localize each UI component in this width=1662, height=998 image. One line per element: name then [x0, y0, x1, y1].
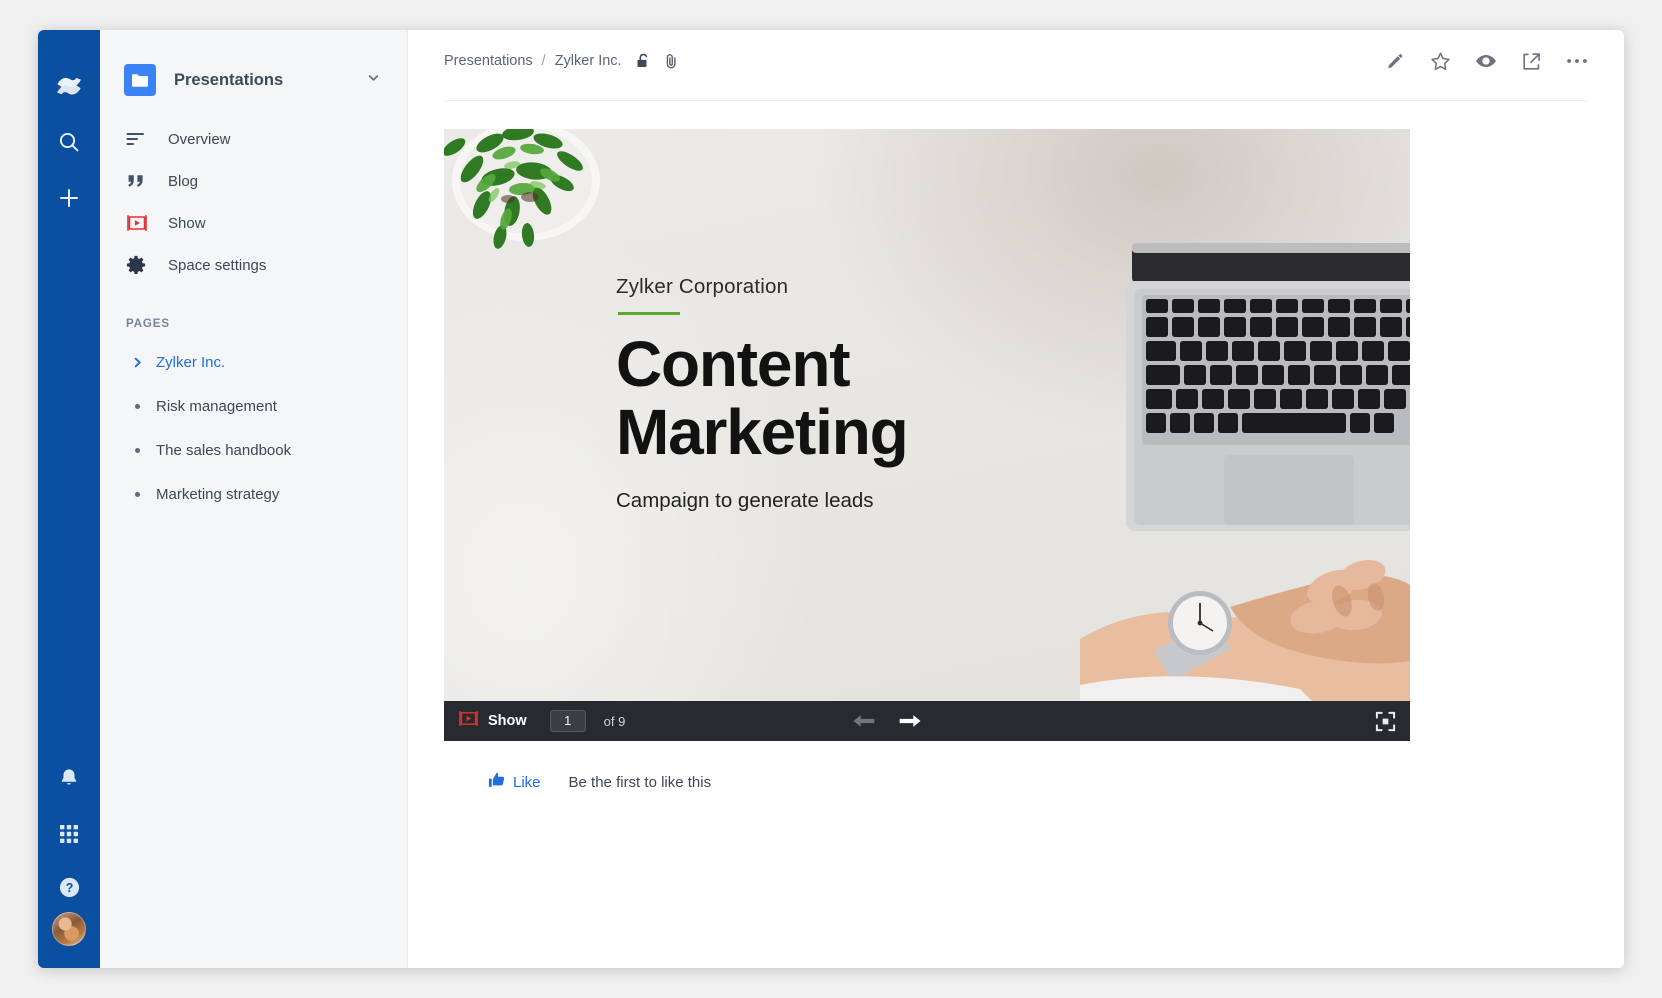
sidebar-item-label: Space settings: [168, 256, 267, 274]
star-icon[interactable]: [1430, 51, 1451, 72]
plant-photo-element: [444, 129, 600, 249]
help-icon[interactable]: ?: [38, 862, 100, 912]
confluence-logo-icon[interactable]: [38, 58, 100, 114]
bullet-dot-icon: [126, 448, 148, 453]
page-item-risk-management[interactable]: Risk management: [100, 384, 407, 428]
unlock-icon[interactable]: [636, 53, 651, 69]
breadcrumb-page[interactable]: Zylker Inc.: [555, 53, 622, 69]
folder-icon: [124, 64, 156, 96]
breadcrumb-space[interactable]: Presentations: [444, 53, 533, 69]
arrow-left-icon[interactable]: [852, 713, 876, 729]
slide-canvas[interactable]: Zylker Corporation Content Marketing Cam…: [444, 129, 1410, 701]
space-title: Presentations: [174, 70, 284, 89]
more-ellipsis-icon[interactable]: [1566, 57, 1588, 65]
sidebar-nav: Overview Blog Show Space settings: [100, 118, 407, 286]
slide-text-block: Zylker Corporation Content Marketing Cam…: [616, 275, 1176, 513]
create-icon[interactable]: [38, 170, 100, 226]
like-row: Like Be the first to like this: [488, 771, 1410, 793]
presentation-viewer: Zylker Corporation Content Marketing Cam…: [444, 129, 1410, 793]
page-total-label: of 9: [603, 713, 626, 729]
fullscreen-icon[interactable]: [1375, 711, 1396, 732]
breadcrumb-separator: /: [541, 53, 546, 69]
like-label: Like: [513, 773, 541, 791]
main-content: Presentations / Zylker Inc. Zylker Corpo…: [408, 30, 1624, 968]
chevron-right-icon[interactable]: [126, 357, 148, 368]
sidebar-item-show[interactable]: Show: [100, 202, 407, 244]
edit-pencil-icon[interactable]: [1386, 51, 1406, 71]
page-item-label: Marketing strategy: [156, 485, 280, 503]
overview-lines-icon: [126, 131, 156, 147]
show-play-icon: [458, 709, 479, 733]
space-header[interactable]: Presentations: [100, 52, 407, 108]
sidebar-item-overview[interactable]: Overview: [100, 118, 407, 160]
breadcrumb: Presentations / Zylker Inc.: [444, 53, 678, 69]
slide-title-line2: Marketing: [616, 395, 909, 468]
slide-kicker: Zylker Corporation: [616, 275, 789, 298]
svg-text:?: ?: [65, 880, 73, 894]
sidebar-item-space-settings[interactable]: Space settings: [100, 244, 407, 286]
like-note: Be the first to like this: [568, 773, 712, 791]
attachment-icon[interactable]: [665, 53, 678, 69]
page-item-label: Risk management: [156, 397, 277, 415]
presentation-player-bar: Show 1 of 9: [444, 701, 1410, 741]
notifications-bell-icon[interactable]: [38, 750, 100, 806]
player-brand-label: Show: [488, 713, 527, 729]
sidebar-item-label: Overview: [168, 130, 231, 148]
player-brand: Show 1 of 9: [458, 709, 625, 733]
app-switcher-grid-icon[interactable]: [38, 806, 100, 862]
search-icon[interactable]: [38, 114, 100, 170]
topbar-actions: [1386, 51, 1588, 72]
page-item-label: The sales handbook: [156, 441, 292, 459]
slide-title-line1: Content: [616, 328, 851, 400]
like-button[interactable]: Like: [488, 771, 541, 793]
gear-icon: [126, 255, 156, 275]
share-icon[interactable]: [1521, 51, 1542, 72]
bullet-dot-icon: [126, 404, 148, 409]
show-play-icon: [126, 213, 156, 233]
quote-icon: [126, 173, 156, 190]
pages-list: Zylker Inc. Risk management The sales ha…: [100, 340, 407, 516]
app-window: ? Presentations Overview Blog Show Space…: [38, 30, 1624, 968]
thumbs-up-icon: [488, 771, 506, 793]
topbar-divider: [444, 100, 1588, 101]
slide-accent-rule: [618, 312, 680, 315]
global-nav-rail: ?: [38, 30, 100, 968]
bullet-dot-icon: [126, 492, 148, 497]
slide-subtitle: Campaign to generate leads: [616, 488, 874, 512]
space-sidebar: Presentations Overview Blog Show Space s…: [100, 30, 408, 968]
player-navigation: [852, 713, 922, 729]
sidebar-item-label: Blog: [168, 172, 199, 190]
pages-heading: PAGES: [126, 318, 170, 330]
page-item-marketing-strategy[interactable]: Marketing strategy: [100, 472, 407, 516]
avatar[interactable]: [52, 912, 86, 946]
page-item-label: Zylker Inc.: [156, 353, 226, 371]
page-item-the-sales-handbook[interactable]: The sales handbook: [100, 428, 407, 472]
page-number-input[interactable]: 1: [549, 710, 586, 732]
sidebar-item-blog[interactable]: Blog: [100, 160, 407, 202]
chevron-down-icon[interactable]: [366, 70, 385, 90]
watch-eye-icon[interactable]: [1475, 52, 1497, 70]
content-topbar: Presentations / Zylker Inc.: [408, 30, 1624, 92]
page-item-zylker-inc[interactable]: Zylker Inc.: [100, 340, 407, 384]
hands-photo-element: [1080, 560, 1410, 701]
arrow-right-icon[interactable]: [898, 713, 922, 729]
sidebar-item-label: Show: [168, 214, 206, 232]
